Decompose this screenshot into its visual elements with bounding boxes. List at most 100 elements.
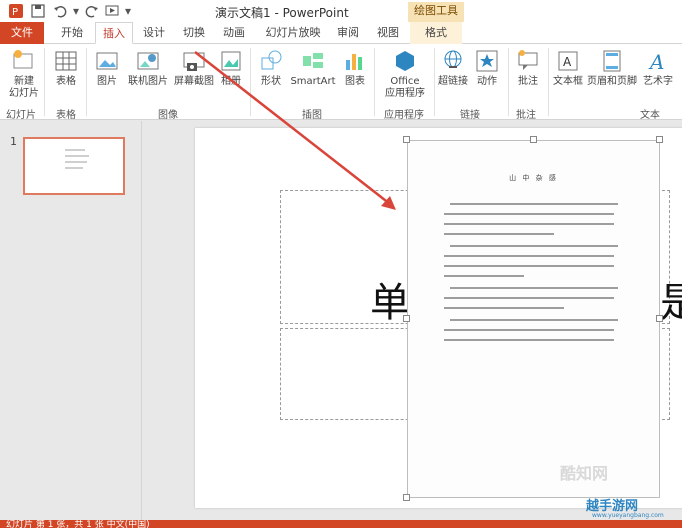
tab-design[interactable]: 设计 [136, 22, 172, 44]
title-bar: P ▾ ▾ 演示文稿1 - PowerPoint 绘图工具 [0, 0, 682, 22]
save-icon[interactable] [30, 3, 46, 19]
resize-handle-top[interactable] [530, 136, 537, 143]
tab-file[interactable]: 文件 [0, 22, 44, 44]
resize-handle-top-right[interactable] [656, 136, 663, 143]
tab-transitions[interactable]: 切换 [176, 22, 212, 44]
image-text-line [444, 223, 614, 225]
table-label: 表格 [56, 76, 76, 87]
image-text-line [444, 255, 614, 257]
slide-thumbnail[interactable] [23, 137, 125, 195]
hyperlink-button[interactable]: 超链接 [436, 48, 470, 88]
tab-home[interactable]: 开始 [50, 22, 94, 44]
screenshot-icon [183, 52, 205, 71]
picture-label: 图片 [97, 76, 117, 87]
tab-animations[interactable]: 动画 [216, 22, 252, 44]
group-label-comments: 批注 [516, 110, 536, 121]
undo-dropdown-icon[interactable]: ▾ [68, 3, 84, 19]
online-picture-label: 联机图片 [128, 76, 168, 87]
tab-insert[interactable]: 插入 [95, 22, 133, 44]
table-icon [55, 51, 77, 71]
chart-icon [346, 54, 362, 70]
svg-text:A: A [648, 50, 664, 74]
hyperlink-icon [444, 50, 462, 68]
header-footer-button[interactable]: 页眉和页脚 [586, 48, 638, 88]
inserted-image-title: 山 中 杂 感 [509, 174, 558, 182]
redo-icon[interactable] [84, 3, 100, 19]
powerpoint-logo-icon: P [8, 3, 24, 19]
shapes-icon [261, 50, 282, 70]
inserted-screenshot-image[interactable]: 山 中 杂 感 [407, 140, 660, 498]
group-label-links: 链接 [460, 110, 480, 121]
resize-handle-left[interactable] [403, 315, 410, 322]
image-text-line [450, 287, 618, 289]
action-button[interactable]: 动作 [472, 48, 502, 88]
group-label-text: 文本 [640, 110, 660, 121]
group-separator [434, 48, 435, 116]
tab-view[interactable]: 视图 [370, 22, 406, 44]
wordart-icon: A [648, 50, 664, 74]
svg-text:P: P [12, 7, 18, 18]
image-text-line [444, 213, 614, 215]
resize-handle-right[interactable] [656, 315, 663, 322]
resize-handle-top-left[interactable] [403, 136, 410, 143]
wordart-button[interactable]: A 艺术字 [640, 48, 676, 88]
title-text-right: 是 [660, 280, 682, 326]
thumbnail-text-line [65, 161, 87, 163]
smartart-label: SmartArt [290, 76, 336, 87]
watermark-url: www.yueyangbang.com [592, 512, 664, 519]
start-from-beginning-icon[interactable] [104, 3, 120, 19]
image-text-line [450, 245, 618, 247]
screenshot-button[interactable]: 屏幕截图 [172, 48, 216, 88]
image-text-line [444, 297, 614, 299]
group-separator [548, 48, 549, 116]
status-bar: 幻灯片 第 1 张，共 1 张 中文(中国) [0, 520, 682, 528]
svg-text:A: A [563, 55, 572, 69]
image-text-line [444, 265, 614, 267]
group-separator [508, 48, 509, 116]
shapes-button[interactable]: 形状 [256, 48, 286, 88]
action-label: 动作 [477, 76, 497, 87]
group-separator [374, 48, 375, 116]
ribbon-insert: 新建 幻灯片 幻灯片 表格 表格 图片 联机图片 屏幕截图 相册 图像 形状 S… [0, 44, 682, 121]
screenshot-label: 屏幕截图 [174, 76, 214, 87]
comment-icon [518, 50, 538, 70]
resize-handle-bottom-left[interactable] [403, 494, 410, 501]
smartart-icon [303, 53, 323, 68]
image-text-line [450, 319, 618, 321]
new-slide-label: 新建 幻灯片 [9, 76, 39, 99]
photo-album-button[interactable]: 相册 [218, 48, 244, 88]
comment-button[interactable]: 批注 [512, 48, 544, 88]
image-text-line [450, 203, 618, 205]
new-slide-icon [13, 50, 33, 69]
image-text-line [444, 307, 564, 309]
smartart-button[interactable]: SmartArt [288, 48, 338, 88]
tab-format[interactable]: 格式 [410, 22, 462, 44]
table-button[interactable]: 表格 [50, 48, 82, 88]
status-text: 幻灯片 第 1 张，共 1 张 中文(中国) [6, 520, 150, 528]
tab-review[interactable]: 审阅 [330, 22, 366, 44]
picture-icon [96, 52, 118, 70]
office-apps-label: Office 应用程序 [385, 76, 425, 99]
thumbnail-slide-number: 1 [10, 135, 17, 148]
tab-slideshow[interactable]: 幻灯片放映 [258, 22, 328, 44]
window-title: 演示文稿1 - PowerPoint [215, 6, 349, 20]
slide-thumbnail-pane: 1 [0, 121, 140, 521]
undo-icon[interactable] [52, 3, 68, 19]
picture-button[interactable]: 图片 [92, 48, 122, 88]
online-picture-button[interactable]: 联机图片 [124, 48, 172, 88]
thumbnail-text-line [65, 149, 85, 151]
ribbon-tab-bar: 文件 开始 插入 设计 切换 动画 幻灯片放映 审阅 视图 格式 [0, 22, 682, 44]
new-slide-button[interactable]: 新建 幻灯片 [6, 48, 42, 100]
wordart-label: 艺术字 [643, 76, 673, 87]
textbox-button[interactable]: A 文本框 [550, 48, 586, 88]
online-picture-icon [137, 52, 159, 70]
chart-button[interactable]: 图表 [340, 48, 370, 88]
hyperlink-label: 超链接 [438, 76, 468, 87]
office-apps-icon [396, 51, 414, 71]
office-apps-button[interactable]: Office 应用程序 [378, 48, 432, 100]
comment-label: 批注 [518, 76, 538, 87]
drawing-tools-context-tab: 绘图工具 [408, 2, 464, 22]
group-label-illustrations: 插图 [302, 110, 322, 121]
textbox-icon: A [558, 51, 578, 71]
customize-toolbar-icon[interactable]: ▾ [120, 3, 136, 19]
